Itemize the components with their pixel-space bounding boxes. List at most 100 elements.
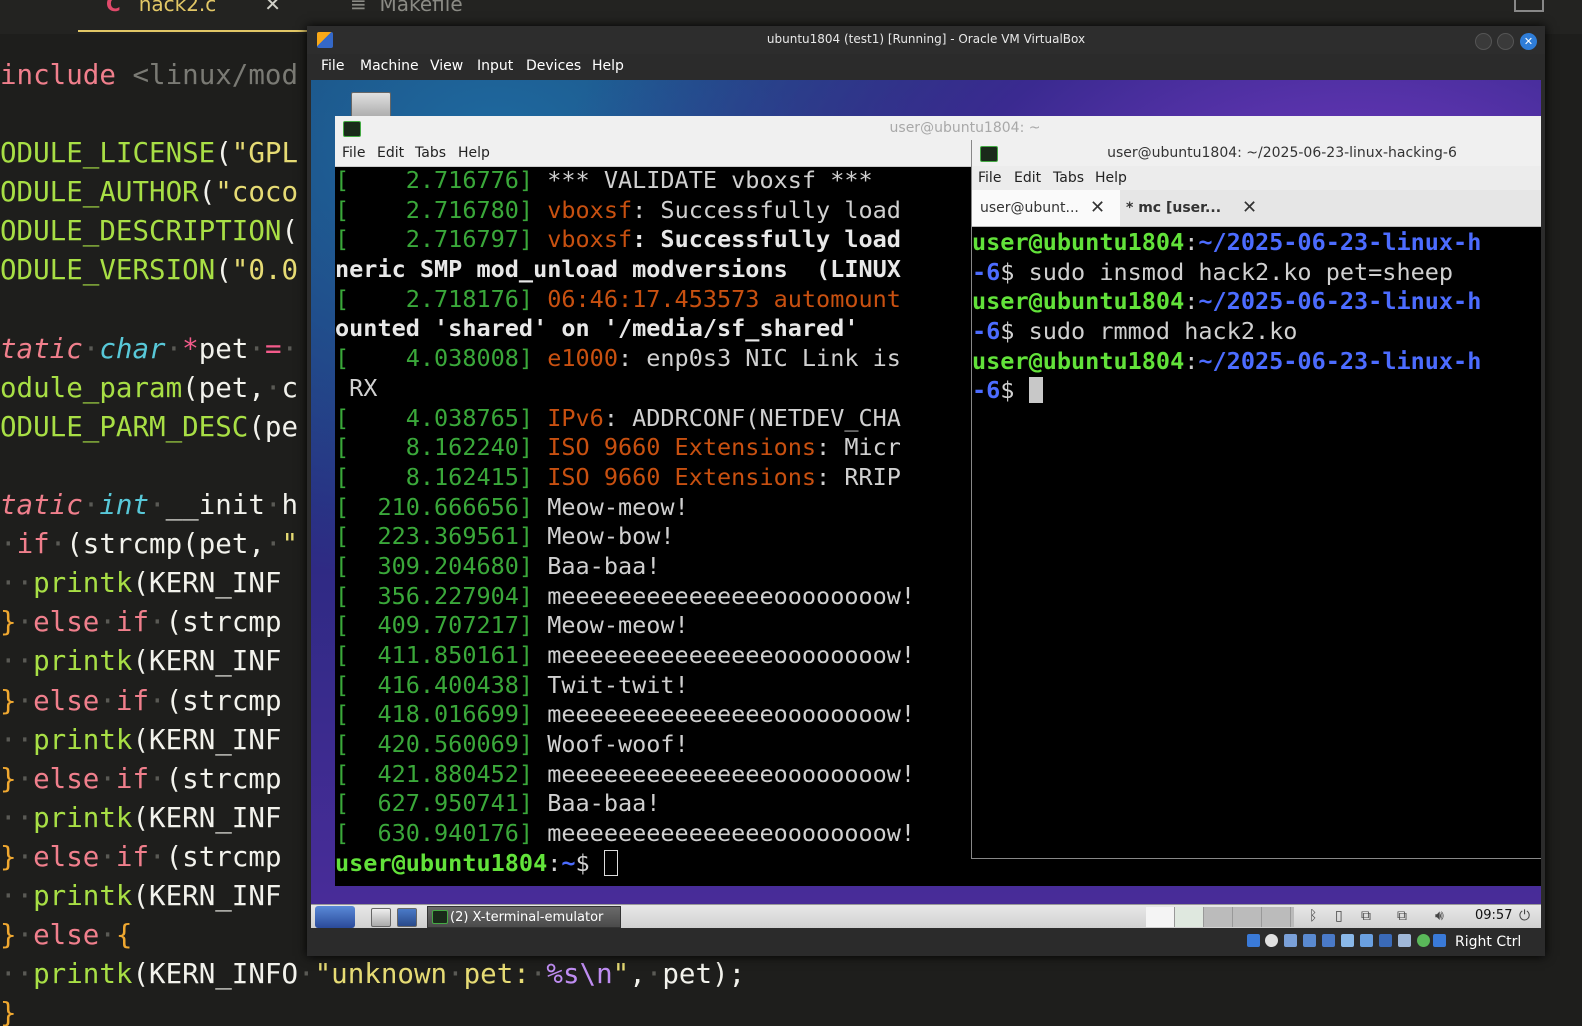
text-segment: ODULE_VERSION xyxy=(0,254,215,286)
battery-icon[interactable]: ▯ xyxy=(1335,908,1343,924)
text-segment: "unknown xyxy=(315,958,447,990)
network-adapter-icon[interactable] xyxy=(1303,934,1316,947)
text-segment: Baa-baa! xyxy=(533,789,660,817)
menu-tabs[interactable]: Tabs xyxy=(415,145,446,161)
workspace-2[interactable] xyxy=(1175,907,1204,927)
guest-taskbar: (2) X-terminal-emulator ᛒ ▯ ⧉ ⧉ 🔊︎ 09:57… xyxy=(311,904,1541,928)
text-segment: ( xyxy=(215,254,232,286)
text-segment: · xyxy=(265,372,282,404)
mouse-integration-icon[interactable] xyxy=(1433,934,1446,947)
desktop-icon[interactable] xyxy=(397,908,417,927)
usb-icon[interactable] xyxy=(1322,934,1335,947)
terminal-output[interactable]: user@ubuntu1804:~/2025-06-23-linux-h-6$ … xyxy=(972,228,1541,858)
text-segment: · xyxy=(149,841,166,873)
text-segment: · xyxy=(265,489,282,521)
menu-tabs[interactable]: Tabs xyxy=(1053,170,1084,186)
close-icon[interactable]: ✕ xyxy=(1090,190,1105,226)
display-icon[interactable] xyxy=(1360,934,1373,947)
menu-help[interactable]: Help xyxy=(458,145,490,161)
menu-file[interactable]: File xyxy=(342,145,365,161)
menu-input[interactable]: Input xyxy=(477,58,513,74)
start-menu-icon[interactable] xyxy=(315,906,355,928)
code-line: ··printk(KERN_INFO·"unknown·pet:·%s\n",·… xyxy=(0,955,745,994)
text-segment: printk xyxy=(33,567,132,599)
text-segment: · xyxy=(50,528,67,560)
guest-additions-icon[interactable] xyxy=(1417,934,1430,947)
text-segment: IPv6 xyxy=(533,404,604,432)
text-segment: ISO 9660 Extensions xyxy=(533,433,816,461)
terminal-line: [ 418.016699] meeeeeeeeeeeeeeeoooooooow! xyxy=(335,700,975,730)
text-segment: [ 8.162240] xyxy=(335,433,533,461)
volume-icon[interactable]: 🔊︎ xyxy=(1435,908,1444,924)
menu-file[interactable]: File xyxy=(321,58,344,74)
text-segment: printk xyxy=(33,645,132,677)
optical-drive-icon[interactable] xyxy=(1265,934,1278,947)
terminal-line: [ 210.666656] Meow-meow! xyxy=(335,493,975,523)
text-segment: · xyxy=(17,919,34,951)
menu-file[interactable]: File xyxy=(978,170,1001,186)
text-segment: (strcmp xyxy=(166,685,282,717)
text-segment: ·· xyxy=(0,958,33,990)
menu-devices[interactable]: Devices xyxy=(526,58,581,74)
text-segment: *** VALIDATE vboxsf *** xyxy=(533,166,873,194)
close-button[interactable]: ✕ xyxy=(1520,33,1537,50)
network-icon[interactable]: ⧉ xyxy=(1361,908,1371,924)
text-segment: } xyxy=(0,997,17,1026)
close-icon[interactable]: ✕ xyxy=(264,0,281,16)
text-segment: = xyxy=(265,333,282,365)
guest-display[interactable]: user@ubuntu1804: ~ File Edit Tabs Help [… xyxy=(311,80,1541,928)
hard-disk-icon[interactable] xyxy=(1247,934,1260,947)
menu-edit[interactable]: Edit xyxy=(377,145,404,161)
audio-icon[interactable] xyxy=(1284,934,1297,947)
workspace-1[interactable] xyxy=(1146,907,1175,927)
text-segment: · xyxy=(83,489,100,521)
close-icon[interactable]: ✕ xyxy=(1242,190,1257,226)
text-segment: · xyxy=(99,606,116,638)
workspace-5[interactable] xyxy=(1262,907,1291,927)
bluetooth-icon[interactable]: ᛒ xyxy=(1309,908,1317,924)
text-cursor xyxy=(604,850,618,876)
text-segment: · xyxy=(17,763,34,795)
terminal-output[interactable]: [ 2.716776] *** VALIDATE vboxsf ***[ 2.7… xyxy=(335,166,975,886)
menu-help[interactable]: Help xyxy=(1095,170,1127,186)
text-segment: · xyxy=(248,333,265,365)
terminal-window-hacking[interactable]: user@ubuntu1804: ~/2025-06-23-linux-hack… xyxy=(971,140,1541,859)
text-segment: · xyxy=(166,333,183,365)
terminal-line: neric SMP mod_unload modversions (LINUX xyxy=(335,255,975,285)
menu-machine[interactable]: Machine xyxy=(360,58,419,74)
file-manager-icon[interactable] xyxy=(371,908,391,927)
text-segment: · xyxy=(149,489,166,521)
text-segment: " xyxy=(613,958,630,990)
text-segment: ( xyxy=(215,137,232,169)
text-segment: user@ubuntu1804 xyxy=(972,228,1184,256)
menu-help[interactable]: Help xyxy=(592,58,624,74)
text-segment: include xyxy=(0,59,116,91)
recording-icon[interactable] xyxy=(1379,934,1392,947)
text-segment: } xyxy=(0,685,17,717)
clock[interactable]: 09:57 xyxy=(1475,908,1512,923)
menu-view[interactable]: View xyxy=(430,58,463,74)
minimize-button[interactable] xyxy=(1475,33,1492,50)
text-segment: · xyxy=(447,958,464,990)
terminal-titlebar[interactable]: user@ubuntu1804: ~/2025-06-23-linux-hack… xyxy=(972,140,1541,166)
text-segment: : Successfully load xyxy=(632,225,901,253)
tab-mc[interactable]: * mc [user... ✕ xyxy=(1120,190,1248,226)
menu-edit[interactable]: Edit xyxy=(1014,170,1041,186)
maximize-button[interactable] xyxy=(1497,33,1514,50)
vbox-titlebar[interactable]: ubuntu1804 (test1) [Running] - Oracle VM… xyxy=(307,26,1545,54)
cpu-icon[interactable] xyxy=(1398,934,1411,947)
editor-tab-hack2-c[interactable]: Chack2.c✕ xyxy=(78,0,310,32)
text-segment: (strcmp xyxy=(166,841,282,873)
power-icon[interactable]: ⏻ xyxy=(1519,908,1530,924)
terminal-titlebar[interactable]: user@ubuntu1804: ~ xyxy=(335,116,1541,140)
workspace-pager[interactable] xyxy=(1146,907,1294,927)
shared-folders-icon[interactable] xyxy=(1341,934,1354,947)
split-layout-icon[interactable] xyxy=(1514,0,1544,12)
text-segment: [ 223.369561] xyxy=(335,522,533,550)
taskbar-task-terminal[interactable]: (2) X-terminal-emulator xyxy=(427,906,621,928)
text-segment: · xyxy=(282,333,299,365)
tab-user-shell[interactable]: user@ubunt... ✕ xyxy=(972,190,1120,226)
workspace-3[interactable] xyxy=(1204,907,1233,927)
network-icon[interactable]: ⧉ xyxy=(1397,908,1407,924)
workspace-4[interactable] xyxy=(1233,907,1262,927)
